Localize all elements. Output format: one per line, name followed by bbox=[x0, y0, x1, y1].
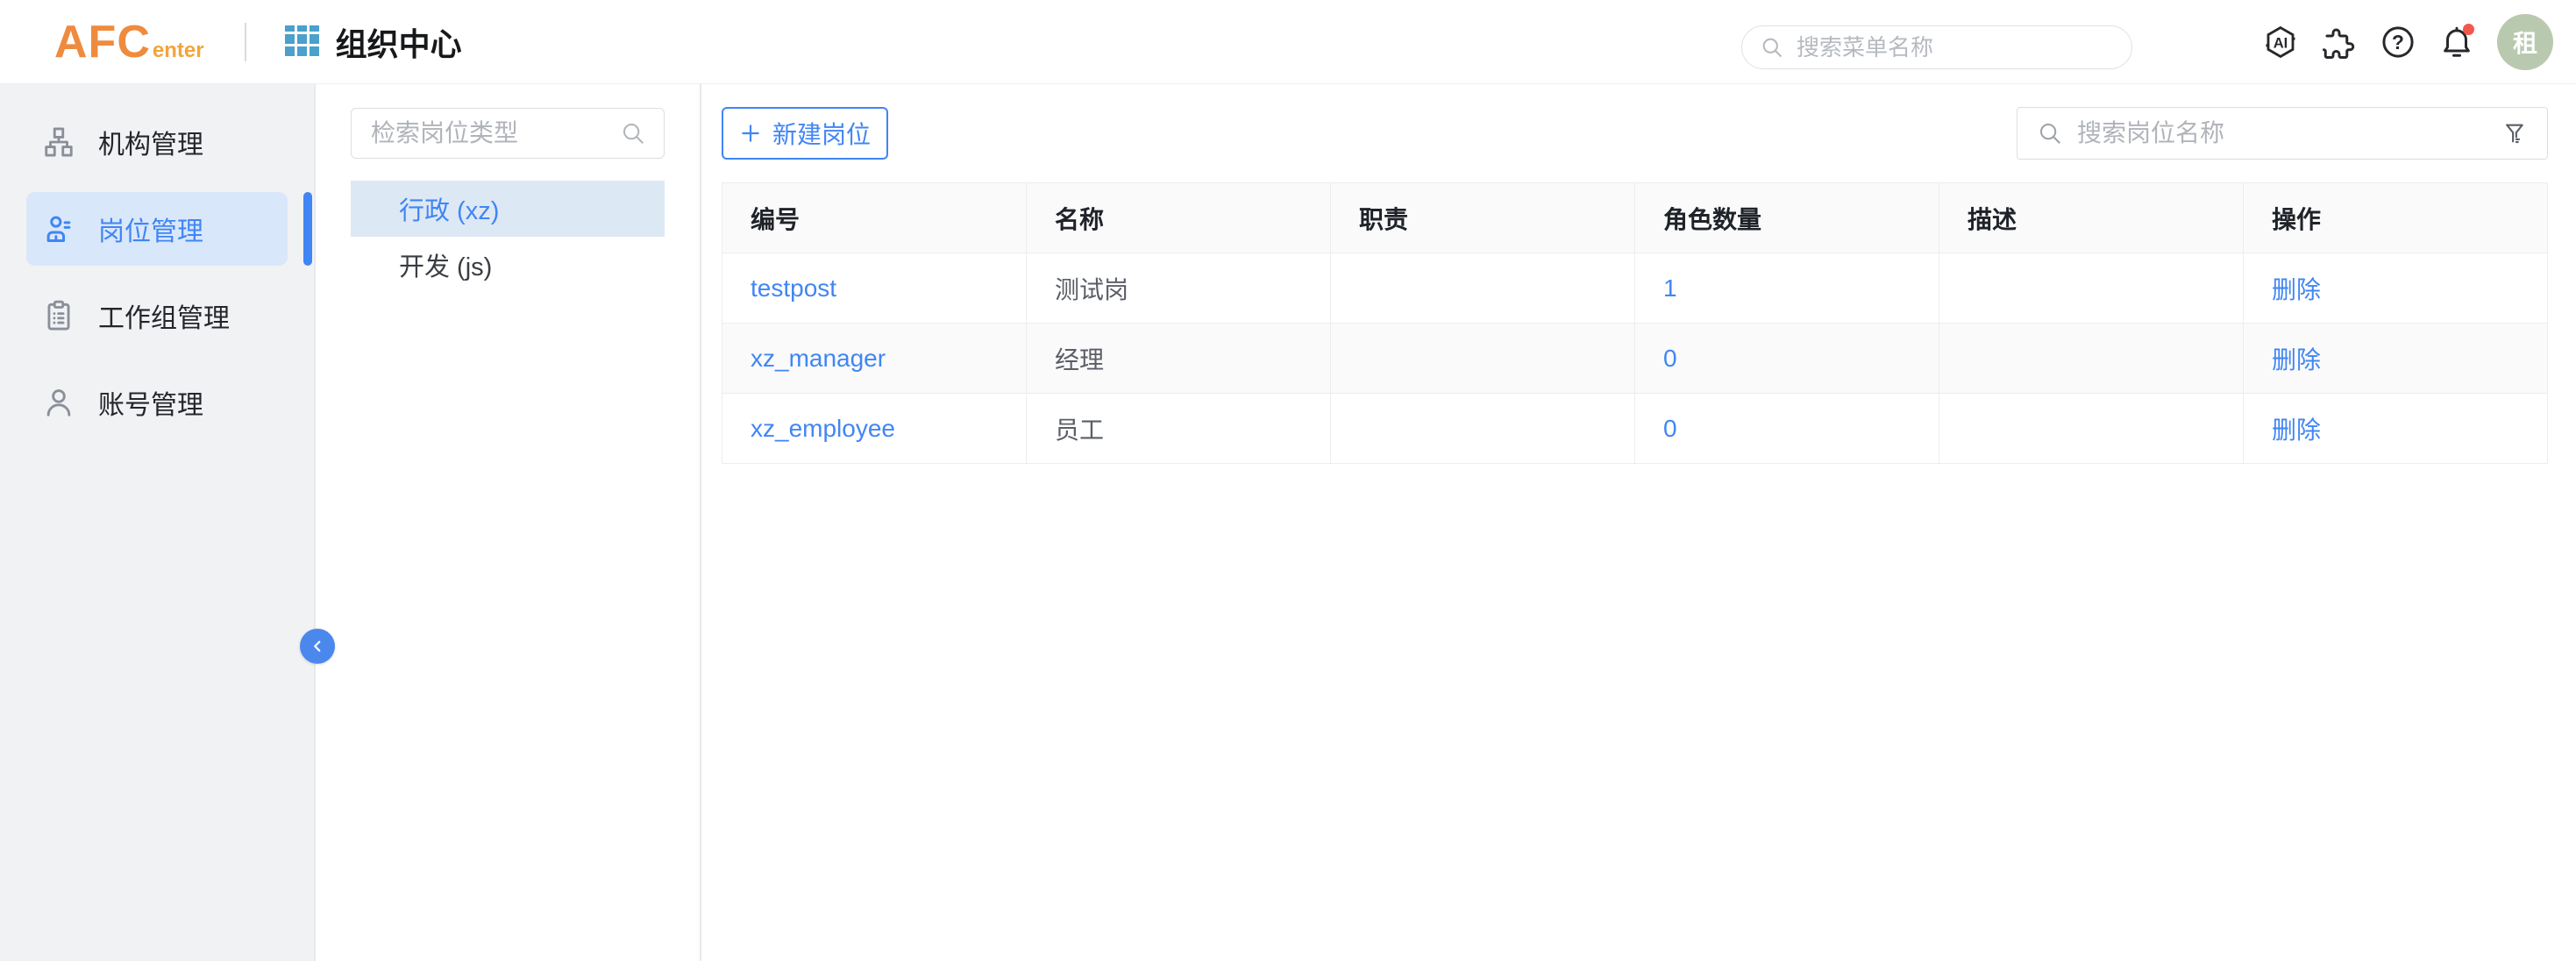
svg-text:AI: AI bbox=[2274, 34, 2288, 51]
menu-search-box[interactable] bbox=[1741, 25, 2132, 69]
post-duty-cell bbox=[1331, 394, 1635, 464]
sidebar-item-account-management[interactable]: 账号管理 bbox=[26, 366, 288, 439]
table-row: xz_manager 经理 0 删除 bbox=[722, 324, 2548, 394]
table-row: xz_employee 员工 0 删除 bbox=[722, 394, 2548, 464]
post-type-label: 行政 (xz) bbox=[399, 190, 499, 227]
posts-table: 编号 名称 职责 角色数量 描述 操作 testpost 测试岗 1 删除 bbox=[722, 182, 2548, 464]
post-search-box[interactable] bbox=[2017, 107, 2548, 160]
sidebar-collapse-button[interactable] bbox=[300, 629, 335, 664]
post-name-cell: 经理 bbox=[1027, 324, 1331, 394]
post-type-list: 行政 (xz) 开发 (js) bbox=[351, 181, 665, 293]
column-header-action: 操作 bbox=[2244, 183, 2548, 253]
menu-search-input[interactable] bbox=[1797, 34, 2114, 61]
post-desc-cell bbox=[1939, 394, 2244, 464]
new-post-button-label: 新建岗位 bbox=[772, 116, 871, 151]
post-code-link[interactable]: xz_manager bbox=[751, 345, 886, 372]
avatar-text: 租 bbox=[2513, 25, 2537, 60]
page-title: 组织中心 bbox=[336, 19, 462, 65]
plus-icon bbox=[739, 122, 762, 145]
chevron-left-icon bbox=[308, 637, 327, 656]
role-count-link[interactable]: 0 bbox=[1663, 415, 1677, 442]
plugin-icon[interactable] bbox=[2321, 24, 2358, 61]
filter-funnel-icon[interactable] bbox=[2501, 120, 2528, 146]
delete-link[interactable]: 删除 bbox=[2272, 416, 2321, 444]
role-count-link[interactable]: 1 bbox=[1663, 274, 1677, 302]
account-person-icon bbox=[42, 386, 75, 419]
main-content: 新建岗位 编号 名称 bbox=[701, 84, 2576, 961]
search-icon bbox=[620, 120, 646, 146]
post-name-cell: 测试岗 bbox=[1027, 253, 1331, 324]
app-grid-icon bbox=[285, 25, 320, 59]
svg-text:?: ? bbox=[2392, 31, 2404, 53]
table-header-row: 编号 名称 职责 角色数量 描述 操作 bbox=[722, 183, 2548, 253]
sidebar-item-label: 机构管理 bbox=[98, 123, 203, 161]
column-header-roles: 角色数量 bbox=[1635, 183, 1939, 253]
post-type-item-xz[interactable]: 行政 (xz) bbox=[351, 181, 665, 237]
avatar[interactable]: 租 bbox=[2497, 14, 2553, 70]
column-header-name: 名称 bbox=[1027, 183, 1331, 253]
toolbar: 新建岗位 bbox=[722, 107, 2548, 160]
post-name-cell: 员工 bbox=[1027, 394, 1331, 464]
sidebar-item-label: 工作组管理 bbox=[98, 296, 230, 335]
post-badge-icon bbox=[42, 212, 75, 246]
column-header-desc: 描述 bbox=[1939, 183, 2244, 253]
sidebar: 机构管理 岗位管理 工作组管理 账号管理 bbox=[0, 84, 316, 961]
sidebar-item-label: 岗位管理 bbox=[98, 210, 203, 248]
sidebar-item-label: 账号管理 bbox=[98, 383, 203, 422]
delete-link[interactable]: 删除 bbox=[2272, 276, 2321, 303]
delete-link[interactable]: 删除 bbox=[2272, 346, 2321, 374]
sidebar-item-post-management[interactable]: 岗位管理 bbox=[26, 192, 288, 266]
sidebar-item-org-management[interactable]: 机构管理 bbox=[26, 105, 288, 179]
post-duty-cell bbox=[1331, 253, 1635, 324]
active-item-indicator bbox=[303, 192, 312, 266]
new-post-button[interactable]: 新建岗位 bbox=[722, 107, 888, 160]
workgroup-clipboard-icon bbox=[42, 299, 75, 332]
notification-bell-icon[interactable] bbox=[2438, 24, 2475, 61]
post-type-item-js[interactable]: 开发 (js) bbox=[351, 237, 665, 293]
post-code-link[interactable]: testpost bbox=[751, 274, 836, 302]
app-header: AFC enter 组织中心 AI ? bbox=[0, 0, 2576, 84]
post-code-link[interactable]: xz_employee bbox=[751, 415, 895, 442]
ai-assistant-icon[interactable]: AI bbox=[2262, 24, 2299, 61]
notification-badge bbox=[2463, 24, 2474, 35]
role-count-link[interactable]: 0 bbox=[1663, 345, 1677, 372]
afcenter-logo: AFC enter bbox=[54, 16, 204, 68]
help-icon[interactable]: ? bbox=[2380, 24, 2416, 61]
org-structure-icon bbox=[42, 125, 75, 159]
logo-main-text: AFC bbox=[54, 16, 151, 68]
post-search-input[interactable] bbox=[2077, 119, 2501, 147]
post-desc-cell bbox=[1939, 253, 2244, 324]
search-icon bbox=[2037, 120, 2063, 146]
table-row: testpost 测试岗 1 删除 bbox=[722, 253, 2548, 324]
header-divider bbox=[245, 23, 246, 61]
column-header-duty: 职责 bbox=[1331, 183, 1635, 253]
post-type-label: 开发 (js) bbox=[399, 246, 492, 283]
post-duty-cell bbox=[1331, 324, 1635, 394]
column-header-code: 编号 bbox=[722, 183, 1027, 253]
post-type-search-box[interactable] bbox=[351, 108, 665, 159]
post-type-search-input[interactable] bbox=[371, 119, 620, 147]
header-icon-group: AI ? 租 bbox=[2262, 0, 2553, 84]
search-icon bbox=[1760, 35, 1784, 60]
post-type-panel: 行政 (xz) 开发 (js) bbox=[316, 84, 701, 961]
post-desc-cell bbox=[1939, 324, 2244, 394]
sidebar-item-workgroup-management[interactable]: 工作组管理 bbox=[26, 279, 288, 352]
logo-sub-text: enter bbox=[153, 39, 204, 63]
